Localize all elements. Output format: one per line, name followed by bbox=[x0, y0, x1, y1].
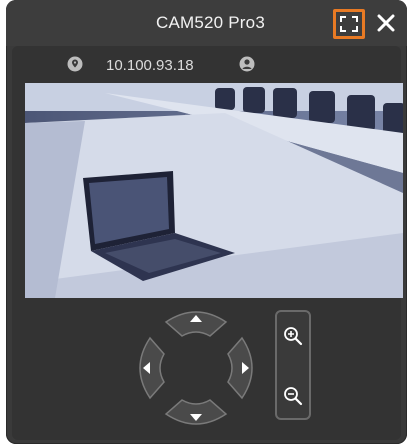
window-title: CAM520 Pro3 bbox=[156, 13, 265, 32]
camera-panel: 10.100.93.18 bbox=[12, 46, 403, 440]
video-preview bbox=[25, 83, 403, 298]
location-pin-icon bbox=[67, 56, 83, 72]
zoom-control bbox=[275, 310, 311, 420]
info-bar: 10.100.93.18 bbox=[12, 46, 401, 80]
ip-address: 10.100.93.18 bbox=[106, 57, 194, 74]
pan-tilt-pad bbox=[139, 311, 253, 425]
conference-room-image bbox=[25, 83, 403, 298]
title-bar: CAM520 Pro3 bbox=[6, 0, 407, 46]
camera-control-window: CAM520 Pro3 10.100.93.18 bbox=[6, 0, 407, 444]
zoom-out-icon[interactable] bbox=[283, 386, 303, 406]
fullscreen-button[interactable] bbox=[333, 9, 365, 39]
fullscreen-icon bbox=[340, 16, 358, 32]
zoom-in-icon[interactable] bbox=[283, 326, 303, 346]
user-icon[interactable] bbox=[239, 56, 255, 72]
camera-controls bbox=[12, 302, 401, 440]
close-icon[interactable] bbox=[375, 12, 397, 34]
